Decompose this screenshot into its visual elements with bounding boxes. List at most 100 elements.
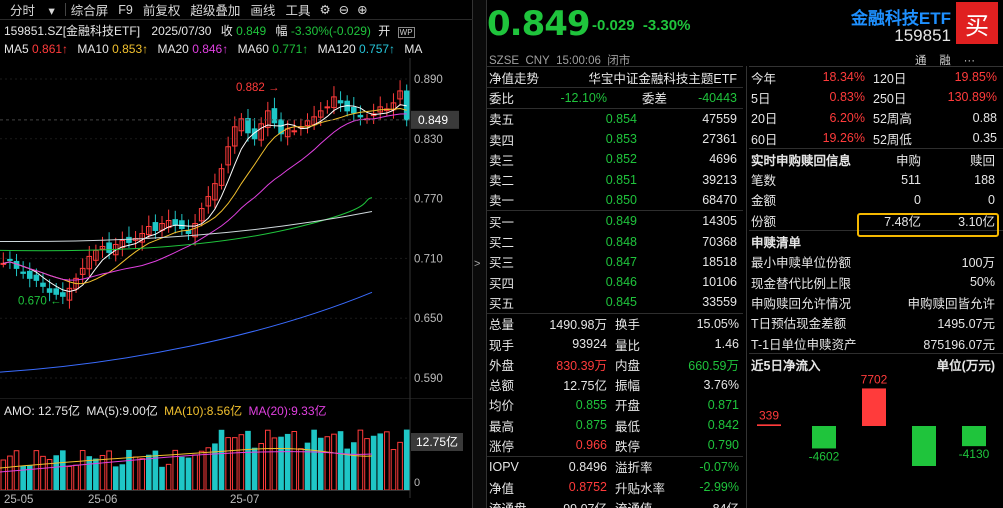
vol-ma20-value: 9.33亿: [291, 404, 327, 418]
level-volume: 14305: [702, 214, 737, 229]
column-divider: [746, 66, 747, 508]
list-section: 申赎清单 最小申赎单位份额 100万现金替代比例上限 50% 申购赎回允许情况 申购赎回…: [749, 230, 1003, 353]
stat-value: 0.966: [575, 438, 607, 453]
wp-icon[interactable]: WP: [397, 27, 415, 38]
dropdown-arrow-icon[interactable]: ▾: [44, 4, 60, 18]
book-level[interactable]: 卖三 0.852 4696: [487, 149, 743, 169]
list-row: 最小申赎单位份额 100万: [749, 252, 1003, 272]
list-value: 申购赎回皆允许: [907, 296, 995, 311]
tab-overlay[interactable]: 超级叠加: [185, 0, 245, 19]
vol-ma5-value: 9.00亿: [122, 404, 158, 418]
stat-label: 净值: [489, 481, 515, 496]
list-label: 现金替代比例上限: [751, 276, 852, 291]
stat-label: IOPV: [489, 459, 519, 474]
stat-row: 5日 0.83% 250日 130.89%: [749, 87, 1003, 107]
tab-composite[interactable]: 综合屏: [66, 0, 114, 19]
volume-bar: [225, 437, 231, 491]
vol-ma20-label: MA(20):: [248, 404, 292, 418]
tab-draw[interactable]: 画线: [245, 0, 280, 19]
tab-intraday[interactable]: 分时 ▾: [0, 0, 65, 19]
stat-label: 内盘: [615, 358, 641, 373]
stat-row: 均价 0.855 开盘 0.871: [487, 395, 743, 415]
tab-f9[interactable]: F9: [113, 3, 138, 17]
book-level[interactable]: 买一 0.849 14305: [487, 211, 743, 231]
buy-button[interactable]: 买: [956, 2, 998, 44]
settings-icon[interactable]: ⚙: [315, 2, 334, 17]
weibi-value: -12.10%: [560, 90, 607, 105]
list-label: T-1日单位申赎资产: [751, 337, 857, 352]
ma-legend: MA5 0.861↑ MA10 0.853↑ MA20 0.846↑ MA60 …: [4, 42, 422, 56]
volume-bar: [324, 436, 331, 491]
book-level[interactable]: 卖一 0.850 68470: [487, 190, 743, 210]
book-level[interactable]: 买四 0.846 10106: [487, 272, 743, 292]
book-level[interactable]: 卖二 0.851 39213: [487, 169, 743, 189]
stat-value: 0.8752: [568, 480, 607, 495]
candlestick-chart[interactable]: 0.890 0.830 0.770 0.710 0.650 0.590 0.882 → 0.6…: [0, 58, 473, 398]
stat-value: 0.842: [707, 418, 739, 433]
list-title: 申赎清单: [751, 236, 802, 251]
volume-bar: [40, 455, 46, 491]
ma120-value: 0.757↑: [359, 42, 396, 56]
last-price: 0.849: [487, 4, 591, 44]
minus-icon[interactable]: ⊖: [335, 2, 353, 17]
inflow-label: 339: [759, 409, 779, 423]
redeem-row: 金额 0 0: [749, 190, 1003, 210]
stat-label: 跌停: [615, 439, 641, 454]
redeem-purchase: 0: [914, 192, 921, 207]
plus-icon[interactable]: ⊕: [353, 2, 371, 17]
y-tick: 0.830: [414, 134, 443, 146]
book-level[interactable]: 买五 0.845 33559: [487, 292, 743, 312]
ma120-label: MA120: [317, 42, 356, 56]
candle-body: [271, 108, 278, 124]
list-row: T-1日单位申赎资产 875196.07元: [749, 333, 1003, 353]
inflow-bar: [962, 426, 986, 447]
volume-bar: [66, 465, 73, 491]
volume-bar: [377, 433, 384, 491]
stat-value: 660.59万: [688, 358, 739, 373]
stat-row: 60日 19.26% 52周低 0.35: [749, 128, 1003, 148]
book-level[interactable]: 买二 0.848 70368: [487, 231, 743, 251]
level-label: 买一: [489, 215, 515, 230]
close-value: 0.849: [236, 24, 267, 38]
stat-label: 溢折率: [615, 461, 653, 476]
nav-row[interactable]: 净值走势 华宝中证金融科技主题ETF: [487, 67, 743, 87]
volume-bar: [231, 437, 238, 491]
stat-value: -2.99%: [699, 480, 739, 495]
book-level[interactable]: 卖四 0.853 27361: [487, 129, 743, 149]
volume-bar: [112, 466, 119, 491]
app-root: 分时 ▾ 综合屏 F9 前复权 超级叠加 画线 工具 ⚙ ⊖ ⊕ 159851.…: [0, 0, 1003, 508]
vol-ma10-value: 8.56亿: [206, 404, 243, 418]
book-level[interactable]: 买三 0.847 18518: [487, 252, 743, 272]
level-price: 0.851: [605, 172, 637, 187]
panel-splitter[interactable]: >: [473, 0, 487, 508]
stat-label: 流通盘: [487, 498, 527, 508]
tab-tools[interactable]: 工具: [280, 0, 315, 19]
book-level[interactable]: 卖五 0.854 47559: [487, 109, 743, 129]
weicha-value: -40443: [698, 90, 737, 105]
level-price: 0.846: [605, 275, 637, 290]
volume-bar: [251, 447, 258, 491]
stat-label: 最高: [489, 419, 515, 434]
level-label: 卖五: [489, 113, 515, 128]
volume-bar: [403, 429, 410, 491]
amo-label: AMO:: [4, 404, 35, 418]
y-tick: 0.710: [414, 253, 443, 265]
list-value: 50%: [969, 275, 995, 290]
inflow-label: -4130: [959, 448, 990, 462]
redeem-label: 份额: [751, 214, 777, 229]
price-change: -0.029 -3.30%: [592, 17, 690, 34]
inflow-bar: [912, 426, 936, 467]
tab-adjust[interactable]: 前复权: [138, 0, 186, 19]
inflow-bar: [757, 424, 781, 427]
nav-label[interactable]: 净值走势: [487, 68, 567, 87]
list-label: 申购赎回允许情况: [751, 296, 852, 311]
level-volume: 39213: [702, 172, 737, 187]
y-tick: 0.650: [414, 313, 443, 325]
open-label: 开: [378, 24, 391, 38]
volume-bar: [212, 443, 218, 491]
redeem-col-purchase: 申购: [895, 153, 921, 168]
expand-arrow-icon[interactable]: >: [474, 258, 480, 270]
stat-label: 20日: [751, 112, 778, 127]
candle-body: [172, 219, 179, 226]
net-inflow-chart: 339 -4602 7702 -4130: [757, 373, 990, 467]
